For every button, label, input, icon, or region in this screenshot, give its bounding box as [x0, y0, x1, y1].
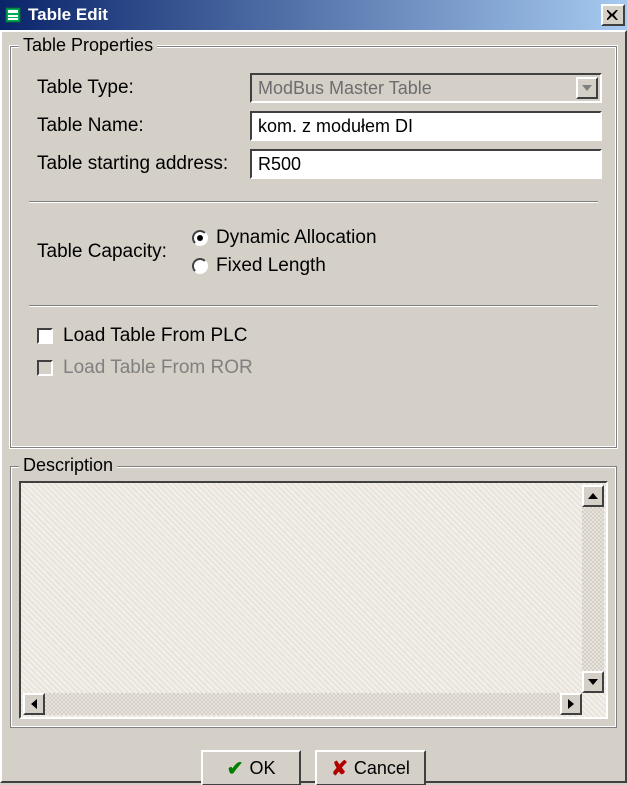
description-textarea[interactable] [19, 481, 608, 719]
label-start-address: Table starting address: [25, 153, 250, 175]
cancel-button[interactable]: ✘ Cancel [315, 750, 426, 785]
cross-icon: ✘ [331, 756, 348, 781]
radio-dynamic-dot [192, 230, 208, 246]
input-table-name-wrapper [250, 111, 602, 141]
scroll-up-icon[interactable] [582, 485, 604, 507]
combo-table-type-value: ModBus Master Table [258, 78, 432, 99]
button-bar: ✔ OK ✘ Cancel [10, 750, 617, 785]
input-table-name[interactable] [258, 116, 594, 137]
ok-button[interactable]: ✔ OK [201, 750, 301, 785]
combo-table-type-dropdown[interactable] [576, 77, 598, 99]
label-table-type: Table Type: [25, 77, 250, 99]
group-description-legend: Description [19, 455, 117, 476]
combo-table-type[interactable]: ModBus Master Table [250, 73, 602, 103]
row-capacity: Table Capacity: Dynamic Allocation Fixed… [25, 221, 602, 283]
checkbox-load-ror-label: Load Table From ROR [63, 357, 253, 379]
checkbox-load-ror-box [37, 360, 53, 376]
separator-2 [29, 305, 598, 307]
label-table-name: Table Name: [25, 115, 250, 137]
check-icon: ✔ [227, 756, 244, 781]
dialog-client: Table Properties Table Type: ModBus Mast… [0, 30, 627, 783]
description-hscroll[interactable] [23, 693, 582, 715]
label-table-capacity: Table Capacity: [37, 241, 192, 263]
radio-fixed-length[interactable]: Fixed Length [192, 255, 377, 277]
radio-dynamic-allocation[interactable]: Dynamic Allocation [192, 227, 377, 249]
input-start-address-wrapper [250, 149, 602, 179]
checkbox-load-from-ror: Load Table From ROR [25, 357, 602, 379]
radio-dynamic-label: Dynamic Allocation [216, 227, 377, 249]
scroll-down-icon[interactable] [582, 671, 604, 693]
separator-1 [29, 201, 598, 203]
window-title: Table Edit [28, 5, 599, 25]
input-start-address[interactable] [258, 154, 594, 175]
group-table-properties-legend: Table Properties [19, 35, 157, 56]
checkbox-load-from-plc[interactable]: Load Table From PLC [25, 325, 602, 347]
ok-button-label: OK [249, 758, 275, 779]
title-bar: Table Edit [0, 0, 627, 30]
app-icon [4, 6, 22, 24]
scroll-right-icon[interactable] [560, 693, 582, 715]
radio-fixed-dot [192, 258, 208, 274]
group-table-properties: Table Properties Table Type: ModBus Mast… [10, 46, 617, 448]
scroll-left-icon[interactable] [23, 693, 45, 715]
description-vscroll[interactable] [582, 485, 604, 693]
checkbox-load-plc-box [37, 328, 53, 344]
group-description: Description [10, 466, 617, 728]
cancel-button-label: Cancel [354, 758, 410, 779]
radio-fixed-label: Fixed Length [216, 255, 326, 277]
checkbox-load-plc-label: Load Table From PLC [63, 325, 247, 347]
close-button[interactable] [601, 4, 625, 26]
